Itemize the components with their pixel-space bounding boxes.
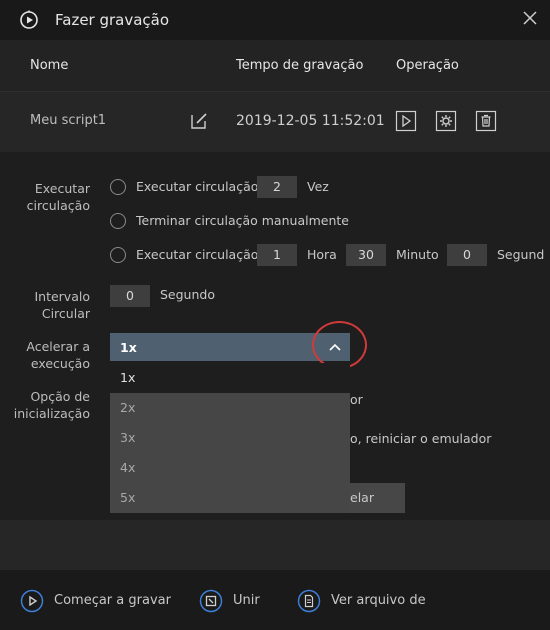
file-icon[interactable] [297, 589, 321, 613]
startup-label: Opção de inicialização [13, 389, 90, 421]
edit-icon[interactable] [188, 110, 210, 132]
merge-button[interactable]: Unir [233, 592, 260, 610]
speed-label: Acelerar a execução [26, 339, 90, 371]
loop-manual-label: Terminar circulação manualmente [136, 213, 349, 228]
loop-time-label: Executar circulação [136, 247, 259, 262]
loop-seconds-input[interactable]: 0 [447, 244, 487, 266]
loop-minutes-input[interactable]: 30 [346, 244, 386, 266]
trash-icon[interactable] [475, 110, 497, 132]
view-file-button[interactable]: Ver arquivo de [331, 592, 426, 610]
interval-label: Intervalo Circular [34, 289, 90, 321]
window-title: Fazer gravação [55, 11, 170, 29]
play-icon[interactable] [395, 110, 417, 132]
column-header-time: Tempo de gravação [236, 58, 364, 73]
loop-count-label: Executar circulação [136, 179, 259, 194]
startup-option-text: or [350, 392, 363, 407]
gear-icon[interactable] [435, 110, 457, 132]
start-record-icon[interactable] [20, 589, 44, 613]
merge-icon[interactable] [199, 589, 223, 613]
cancel-button-label: elar [350, 490, 374, 505]
dropdown-selected-row[interactable] [110, 363, 350, 393]
close-icon[interactable] [520, 8, 540, 28]
loop-minutes-unit: Minuto [396, 247, 439, 262]
loop-hours-input[interactable]: 1 [257, 244, 297, 266]
loop-count-unit: Vez [307, 179, 329, 194]
loop-count-radio[interactable] [110, 179, 126, 195]
loop-hours-unit: Hora [307, 247, 337, 262]
speed-selected-value: 1x [120, 340, 137, 355]
speed-dropdown-list [110, 393, 350, 513]
dropdown-option-5x[interactable]: 5x [120, 490, 135, 505]
dropdown-option-1x[interactable]: 1x [120, 370, 135, 385]
record-time: 2019-12-05 11:52:01 [236, 113, 385, 129]
highlight-circle [312, 321, 367, 369]
loop-label: Executar circulação [26, 181, 90, 213]
loop-time-radio[interactable] [110, 247, 126, 263]
dropdown-option-3x[interactable]: 3x [120, 430, 135, 445]
loop-count-input[interactable]: 2 [257, 176, 297, 198]
startup-restart-text: o, reiniciar o emulador [350, 431, 492, 446]
empty-area [0, 520, 550, 570]
loop-seconds-unit: Segund [497, 247, 545, 262]
play-record-icon [20, 10, 38, 29]
interval-unit: Segundo [160, 287, 215, 302]
dropdown-option-4x[interactable]: 4x [120, 460, 135, 475]
column-header-name: Nome [30, 58, 69, 73]
script-name: Meu script1 [30, 113, 107, 128]
loop-manual-radio[interactable] [110, 213, 126, 229]
interval-input[interactable]: 0 [110, 285, 150, 307]
start-record-button[interactable]: Começar a gravar [54, 592, 171, 610]
column-header-operation: Operação [396, 58, 459, 73]
dropdown-option-2x[interactable]: 2x [120, 400, 135, 415]
